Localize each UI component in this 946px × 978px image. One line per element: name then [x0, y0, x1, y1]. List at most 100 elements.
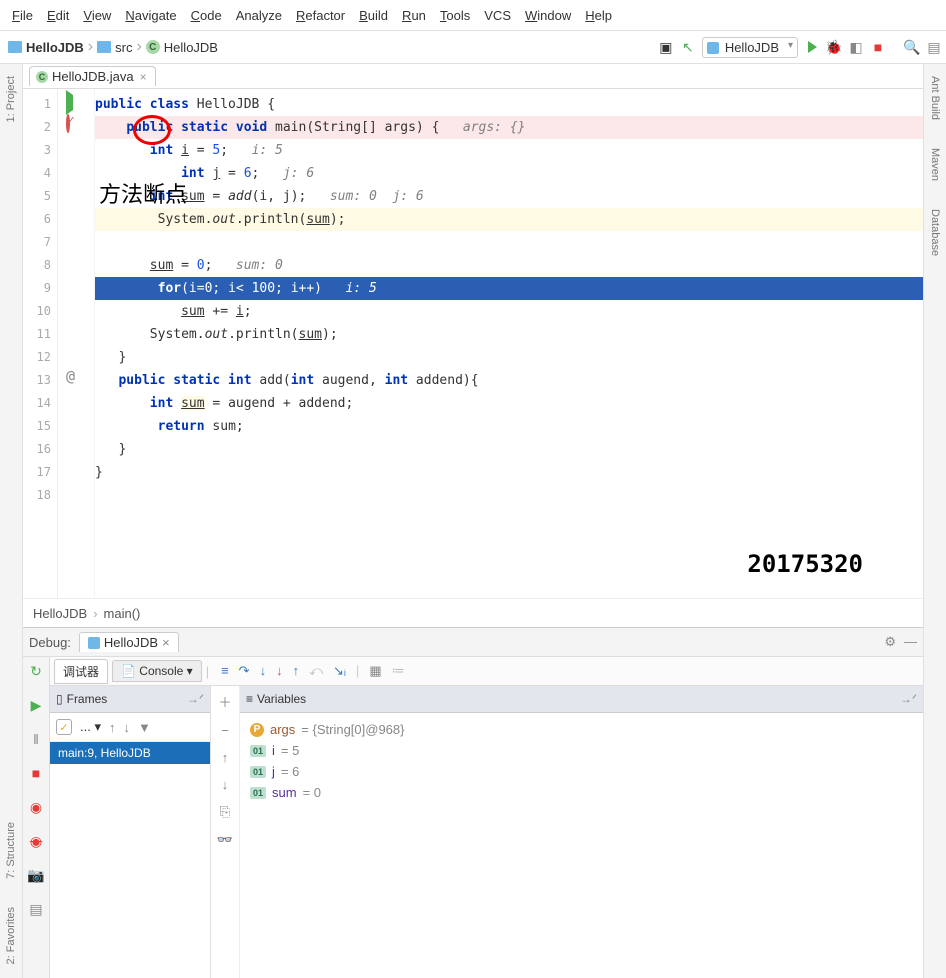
run-icon[interactable]: [804, 39, 820, 55]
variable-row[interactable]: 01j = 6: [250, 761, 913, 782]
frames-header: ▯Frames →ᐟ: [50, 686, 210, 713]
variable-row[interactable]: 01i = 5: [250, 740, 913, 761]
thread-check-icon[interactable]: ✓: [56, 719, 72, 735]
database-tool-tab[interactable]: Database: [929, 205, 941, 260]
code-line[interactable]: System.out.println(sum);: [95, 208, 923, 231]
code-line[interactable]: [95, 231, 923, 254]
menu-build[interactable]: Build: [353, 6, 394, 25]
project-tool-tab[interactable]: 1: Project: [5, 72, 17, 126]
menu-file[interactable]: File: [6, 6, 39, 25]
menu-code[interactable]: Code: [185, 6, 228, 25]
add-watch-icon[interactable]: ＋: [218, 692, 231, 711]
toolbar-right: ▣ ↖ HelloJDB 🐞 ◧ ■ 🔍 ▤: [658, 37, 942, 58]
mute-bp-icon[interactable]: ◉: [28, 833, 44, 849]
menu-run[interactable]: Run: [396, 6, 432, 25]
remove-watch-icon[interactable]: −: [221, 723, 229, 738]
code-line[interactable]: }: [95, 461, 923, 484]
debug-icon[interactable]: 🐞: [826, 39, 842, 55]
code-line[interactable]: [95, 484, 923, 507]
breakpoint-gutter[interactable]: @: [58, 89, 95, 598]
menu-window[interactable]: Window: [519, 6, 577, 25]
ant-tool-tab[interactable]: Ant Build: [929, 72, 941, 124]
menu-refactor[interactable]: Refactor: [290, 6, 351, 25]
step-over-icon[interactable]: ↷: [239, 663, 250, 679]
code-line[interactable]: }: [95, 438, 923, 461]
close-icon[interactable]: ×: [162, 635, 170, 650]
nav-bar: HelloJDB › src › C HelloJDB ▣ ↖ HelloJDB…: [0, 31, 946, 64]
resume-icon[interactable]: ▶: [28, 697, 44, 713]
favorites-tool-tab[interactable]: 2: Favorites: [5, 903, 17, 968]
variable-row[interactable]: 01sum = 0: [250, 782, 913, 803]
hammer-icon[interactable]: ↖: [680, 39, 696, 55]
debugger-tab[interactable]: 调试器: [54, 659, 108, 684]
next-frame-icon[interactable]: ↓: [123, 720, 130, 735]
code-line[interactable]: public static int add(int augend, int ad…: [95, 369, 923, 392]
step-into-icon[interactable]: ↓: [260, 663, 267, 679]
more-icon[interactable]: ▤: [28, 901, 44, 917]
menu-help[interactable]: Help: [579, 6, 618, 25]
editor[interactable]: 123456789101112131415161718 @ public cla…: [23, 89, 923, 598]
maven-tool-tab[interactable]: Maven: [929, 144, 941, 185]
code-line[interactable]: System.out.println(sum);: [95, 323, 923, 346]
filter-icon[interactable]: ▼: [138, 720, 151, 735]
menu-vcs[interactable]: VCS: [478, 6, 517, 25]
rerun-icon[interactable]: ↻: [28, 663, 44, 679]
crumb-class[interactable]: HelloJDB: [33, 606, 87, 621]
watches-icon[interactable]: 👓: [217, 832, 233, 848]
run-to-cursor-icon[interactable]: ↘ᵢ: [333, 663, 346, 679]
copy-icon[interactable]: ⎘: [220, 804, 230, 820]
code-line[interactable]: return sum;: [95, 415, 923, 438]
editor-tab[interactable]: C HelloJDB.java ×: [29, 66, 156, 86]
code-line[interactable]: int j = 6; j: 6: [95, 162, 923, 185]
down-icon[interactable]: ↓: [222, 777, 229, 792]
code-line[interactable]: public class HelloJDB {: [95, 93, 923, 116]
search-icon[interactable]: 🔍: [904, 39, 920, 55]
camera-icon[interactable]: 📷: [28, 867, 44, 883]
close-icon[interactable]: ×: [138, 70, 149, 84]
thread-dropdown[interactable]: ... ▾: [80, 719, 101, 735]
menu-navigate[interactable]: Navigate: [119, 6, 182, 25]
show-exec-point-icon[interactable]: ≡: [221, 663, 229, 679]
stack-frame[interactable]: main:9, HelloJDB: [50, 742, 210, 764]
code-line[interactable]: sum += i;: [95, 300, 923, 323]
pause-icon[interactable]: ‖: [28, 731, 44, 747]
menu-view[interactable]: View: [77, 6, 117, 25]
view-bp-icon[interactable]: ◉: [28, 799, 44, 815]
step-out-icon[interactable]: ↑: [293, 663, 300, 679]
menu-tools[interactable]: Tools: [434, 6, 476, 25]
run-config-dropdown[interactable]: HelloJDB: [702, 37, 798, 58]
code-line[interactable]: sum = 0; sum: 0: [95, 254, 923, 277]
variable-row[interactable]: Pargs = {String[0]@968}: [250, 719, 913, 740]
menu-analyze[interactable]: Analyze: [230, 6, 288, 25]
crumb-method[interactable]: main(): [104, 606, 141, 621]
console-tab[interactable]: 📄 Console ▾: [112, 660, 202, 682]
code-line[interactable]: int i = 5; i: 5: [95, 139, 923, 162]
minimize-icon[interactable]: —: [904, 634, 917, 650]
structure-tool-tab[interactable]: 7: Structure: [5, 818, 17, 883]
run-target-icon[interactable]: ▣: [658, 39, 674, 55]
code-breadcrumb: HelloJDB › main(): [23, 598, 923, 627]
drop-frame-icon[interactable]: ⤺: [309, 663, 323, 679]
prev-frame-icon[interactable]: ↑: [109, 720, 116, 735]
code-line[interactable]: }: [95, 346, 923, 369]
menu-edit[interactable]: Edit: [41, 6, 75, 25]
coverage-icon[interactable]: ◧: [848, 39, 864, 55]
code-line[interactable]: for(i=0; i< 100; i++) i: 5: [95, 277, 923, 300]
code-content[interactable]: public class HelloJDB { public static vo…: [95, 89, 923, 598]
crumb-project[interactable]: HelloJDB: [26, 40, 84, 55]
code-line[interactable]: int sum = add(i, j); sum: 0 j: 6: [95, 185, 923, 208]
crumb-src[interactable]: src: [115, 40, 132, 55]
trace-icon[interactable]: ≔: [392, 663, 405, 679]
gear-icon[interactable]: ⚙: [884, 634, 896, 650]
up-icon[interactable]: ↑: [222, 750, 229, 765]
code-line[interactable]: public static void main(String[] args) {…: [95, 116, 923, 139]
code-line[interactable]: int sum = augend + addend;: [95, 392, 923, 415]
crumb-class[interactable]: HelloJDB: [164, 40, 218, 55]
settings-icon[interactable]: ▤: [926, 39, 942, 55]
chevron-right-icon: ›: [136, 38, 141, 56]
evaluate-icon[interactable]: ▦: [369, 663, 381, 679]
debug-config-tab[interactable]: HelloJDB ×: [79, 632, 179, 652]
stop-icon[interactable]: ■: [870, 39, 886, 55]
force-step-into-icon[interactable]: ↓: [276, 663, 283, 679]
stop-icon[interactable]: ■: [28, 765, 44, 781]
